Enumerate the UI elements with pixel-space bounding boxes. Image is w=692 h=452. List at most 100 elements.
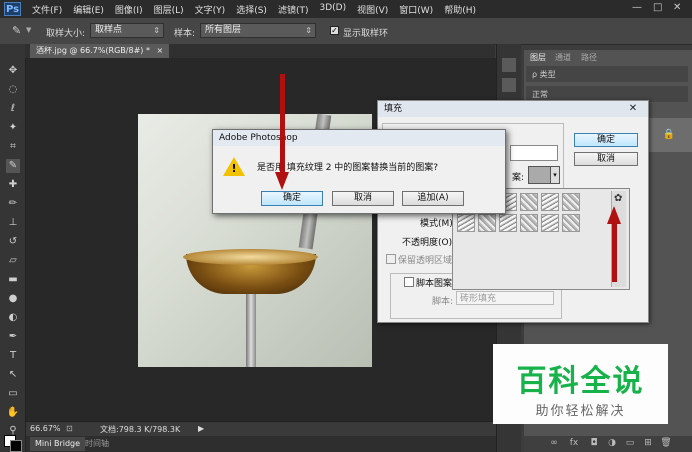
menu-file[interactable]: 文件(F)	[32, 3, 62, 16]
alert-title: Adobe Photoshop	[213, 130, 505, 146]
chevron-down-icon[interactable]: ▼	[26, 26, 31, 34]
script-pattern-checkbox[interactable]	[404, 277, 414, 287]
opacity-label: 不透明度(O):	[402, 238, 456, 248]
eyedropper-icon[interactable]: ✎	[12, 24, 21, 37]
preserve-transparency-checkbox[interactable]	[386, 254, 396, 264]
document-tab[interactable]: 酒杯.jpg @ 66.7%(RGB/8#) * ×	[30, 44, 170, 58]
new-layer-icon[interactable]: ⊞	[642, 437, 654, 449]
use-select[interactable]	[510, 145, 558, 161]
menu-edit[interactable]: 编辑(E)	[73, 3, 104, 16]
lock-icon[interactable]: 🔒	[646, 118, 692, 152]
watermark: 百科全说 助你轻松解决	[493, 344, 668, 424]
menu-filter[interactable]: 滤镜(T)	[278, 3, 309, 16]
pattern-swatch[interactable]	[528, 166, 552, 184]
history-brush-icon[interactable]: ↺	[6, 235, 20, 249]
tab-timeline[interactable]: 时间轴	[80, 437, 114, 451]
menu-window[interactable]: 窗口(W)	[399, 3, 433, 16]
pattern-swatch-item[interactable]	[562, 193, 580, 211]
custom-pattern-label: 案:	[512, 173, 525, 183]
menu-type[interactable]: 文字(Y)	[195, 3, 226, 16]
eraser-tool-icon[interactable]: ▱	[6, 254, 20, 268]
brush-tool-icon[interactable]: ✏	[6, 197, 20, 211]
tab-mini-bridge[interactable]: Mini Bridge	[30, 437, 86, 451]
magic-wand-icon[interactable]: ✦	[6, 121, 20, 135]
sample-select[interactable]: 所有图层	[200, 23, 316, 38]
fill-dialog-close-icon[interactable]: ✕	[626, 103, 640, 115]
red-arrow-up-shaft	[612, 222, 617, 282]
photoshop-logo: Ps	[4, 2, 21, 16]
minimize-button[interactable]: —	[632, 2, 642, 13]
pen-tool-icon[interactable]: ✒	[6, 330, 20, 344]
menu-view[interactable]: 视图(V)	[357, 3, 388, 16]
type-tool-icon[interactable]: T	[6, 349, 20, 363]
blend-mode-select[interactable]: 正常	[532, 89, 548, 100]
pattern-dropdown-icon[interactable]: ▾	[550, 166, 560, 184]
layer-filter-row[interactable]: ρ 类型	[526, 66, 688, 82]
lasso-tool-icon[interactable]: ℓ	[6, 102, 20, 116]
crop-tool-icon[interactable]: ⌗	[6, 140, 20, 154]
clone-stamp-icon[interactable]: ⊥	[6, 216, 20, 230]
trash-icon[interactable]: 🗑	[660, 437, 672, 449]
status-bar: 66.67% ⊡ 文档:798.3 K/798.3K ▶	[26, 421, 496, 436]
document-tab-close-icon[interactable]: ×	[157, 46, 164, 55]
history-panel-icon[interactable]	[502, 58, 516, 72]
marquee-tool-icon[interactable]: ◌	[6, 83, 20, 97]
pattern-swatch-item[interactable]	[520, 214, 538, 232]
rectangle-tool-icon[interactable]: ▭	[6, 387, 20, 401]
fill-cancel-button[interactable]: 取消	[574, 152, 638, 166]
watermark-subtitle: 助你轻松解决	[535, 404, 626, 419]
alert-cancel-button[interactable]: 取消	[332, 191, 394, 206]
adjustment-layer-icon[interactable]: ◑	[606, 437, 618, 449]
gradient-tool-icon[interactable]: ▬	[6, 273, 20, 287]
menu-bar: Ps 文件(F) 编辑(E) 图像(I) 图层(L) 文字(Y) 选择(S) 滤…	[0, 0, 692, 18]
close-button[interactable]: ✕	[673, 2, 681, 13]
menu-3d[interactable]: 3D(D)	[319, 3, 346, 16]
alert-ok-button[interactable]: 确定	[261, 191, 323, 206]
menu-items: 文件(F) 编辑(E) 图像(I) 图层(L) 文字(Y) 选择(S) 滤镜(T…	[32, 3, 487, 16]
glass-stem	[246, 294, 256, 367]
fill-ok-button[interactable]: 确定	[574, 133, 638, 147]
pattern-swatch-item[interactable]	[562, 214, 580, 232]
blur-tool-icon[interactable]: ●	[6, 292, 20, 306]
alert-append-button[interactable]: 追加(A)	[402, 191, 464, 206]
menu-select[interactable]: 选择(S)	[236, 3, 267, 16]
background-color-swatch[interactable]	[10, 440, 22, 452]
tab-channels[interactable]: 通道	[552, 52, 574, 64]
status-icon[interactable]: ⊡	[66, 424, 73, 433]
script-select[interactable]: 砖形填充	[456, 291, 554, 305]
menu-layer[interactable]: 图层(L)	[154, 3, 184, 16]
tab-paths[interactable]: 路径	[578, 52, 600, 64]
show-ring-checkbox[interactable]: ✓	[330, 26, 339, 35]
pattern-swatch-item[interactable]	[520, 193, 538, 211]
group-icon[interactable]: ▭	[624, 437, 636, 449]
sample-size-select[interactable]: 取样点	[90, 23, 164, 38]
zoom-level[interactable]: 66.67%	[30, 424, 61, 433]
pattern-swatch-item[interactable]	[457, 214, 475, 232]
sample-label: 样本:	[174, 29, 196, 39]
layer-filter-select[interactable]: ρ 类型	[532, 69, 556, 80]
warning-mark: !	[231, 162, 237, 175]
dodge-tool-icon[interactable]: ◐	[6, 311, 20, 325]
pattern-swatch-item[interactable]	[499, 214, 517, 232]
move-tool-icon[interactable]: ✥	[6, 64, 20, 78]
menu-help[interactable]: 帮助(H)	[444, 3, 476, 16]
document-info: 文档:798.3 K/798.3K	[100, 425, 181, 434]
tab-layers[interactable]: 图层	[527, 52, 549, 64]
mask-icon[interactable]: ◘	[588, 437, 600, 449]
properties-panel-icon[interactable]	[502, 78, 516, 92]
link-layers-icon[interactable]: ∞	[548, 437, 560, 449]
hand-tool-icon[interactable]: ✋	[6, 406, 20, 420]
fx-icon[interactable]: fx	[568, 437, 580, 449]
pattern-swatch-item[interactable]	[541, 214, 559, 232]
pattern-swatch-item[interactable]	[541, 193, 559, 211]
healing-brush-icon[interactable]: ✚	[6, 178, 20, 192]
status-menu-arrow-icon[interactable]: ▶	[198, 424, 204, 433]
preserve-transparency-label: 保留透明区域	[398, 256, 453, 266]
menu-image[interactable]: 图像(I)	[115, 3, 143, 16]
pattern-swatch-item[interactable]	[478, 214, 496, 232]
maximize-button[interactable]: □	[653, 2, 662, 13]
path-selection-icon[interactable]: ↖	[6, 368, 20, 382]
gear-icon[interactable]: ✿	[614, 193, 622, 204]
mode-label: 模式(M):	[420, 219, 456, 229]
eyedropper-tool-icon[interactable]: ✎	[6, 159, 20, 173]
